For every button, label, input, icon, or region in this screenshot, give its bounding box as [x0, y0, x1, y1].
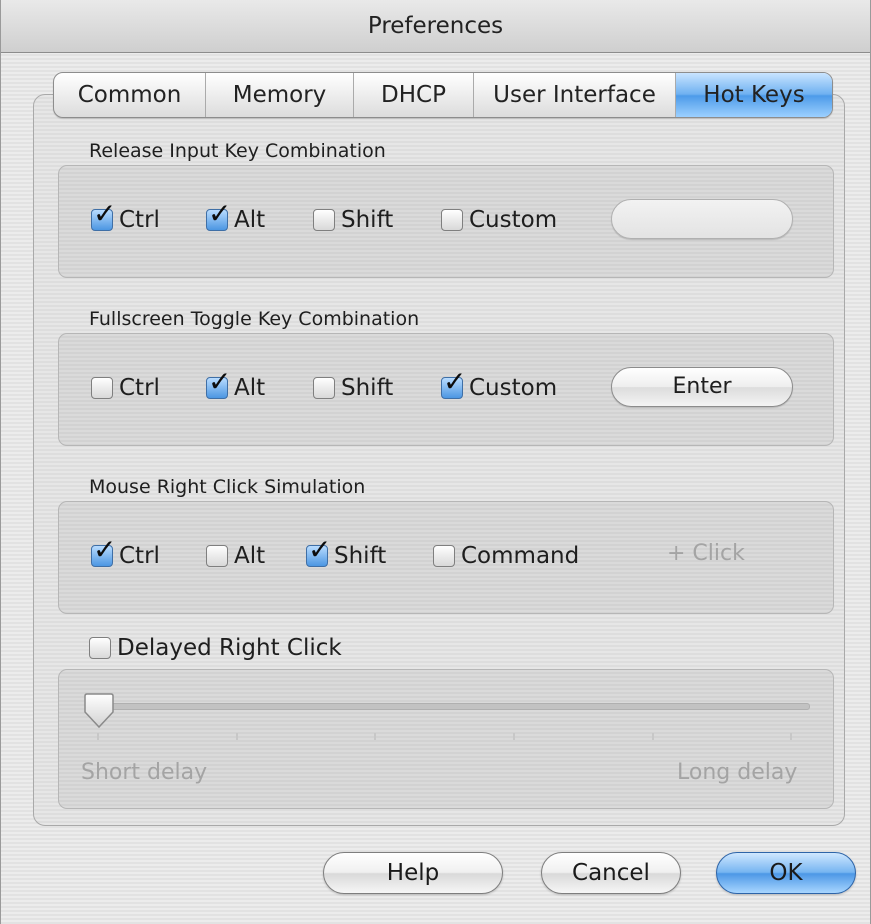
fullscreen-alt-checkbox[interactable]: ✓ Alt: [206, 368, 266, 404]
checkbox-box[interactable]: ✓: [91, 377, 113, 399]
checkbox-box[interactable]: ✓: [441, 368, 466, 399]
checkbox-box[interactable]: ✓: [206, 545, 228, 567]
release-custom-key-field[interactable]: [611, 199, 793, 239]
slider-max-label: Long delay: [677, 760, 798, 785]
checkmark-icon: ✓: [443, 365, 467, 398]
release-ctrl-checkbox[interactable]: ✓ Ctrl: [91, 200, 160, 236]
fullscreen-custom-key-button[interactable]: Enter: [611, 367, 793, 407]
checkbox-box[interactable]: ✓: [91, 536, 116, 567]
checkbox-box[interactable]: ✓: [306, 536, 331, 567]
release-custom-checkbox[interactable]: ✓ Custom: [441, 204, 557, 236]
checkbox-box[interactable]: ✓: [441, 209, 463, 231]
checkbox-label: Ctrl: [119, 207, 160, 233]
fullscreen-toggle-title: Fullscreen Toggle Key Combination: [89, 308, 420, 330]
checkbox-label: Command: [461, 543, 580, 569]
tab-bar: Common Memory DHCP User Interface Hot Ke…: [53, 72, 833, 118]
slider-tick: [97, 733, 99, 740]
checkbox-label: Custom: [469, 375, 558, 401]
release-shift-checkbox[interactable]: ✓ Shift: [313, 204, 393, 236]
slider-min-label: Short delay: [81, 760, 208, 785]
fullscreen-ctrl-checkbox[interactable]: ✓ Ctrl: [91, 372, 160, 404]
checkbox-box[interactable]: ✓: [313, 377, 335, 399]
checkbox-label: Shift: [341, 375, 394, 401]
checkmark-icon: ✓: [308, 533, 332, 566]
tab-dhcp[interactable]: DHCP: [354, 73, 474, 117]
tab-common[interactable]: Common: [54, 73, 206, 117]
mouse-shift-checkbox[interactable]: ✓ Shift: [306, 536, 387, 572]
cancel-button[interactable]: Cancel: [541, 852, 681, 894]
delay-slider-group: [58, 669, 834, 809]
slider-tick: [652, 733, 654, 740]
release-alt-checkbox[interactable]: ✓ Alt: [206, 200, 266, 236]
preferences-window: Preferences Common Memory DHCP User Inte…: [0, 0, 871, 924]
delayed-right-click-checkbox[interactable]: ✓ Delayed Right Click: [89, 632, 342, 664]
mouse-ctrl-checkbox[interactable]: ✓ Ctrl: [91, 536, 160, 572]
checkmark-icon: ✓: [208, 197, 232, 230]
release-input-title: Release Input Key Combination: [89, 140, 386, 162]
tab-user-interface[interactable]: User Interface: [474, 73, 676, 117]
checkbox-label: Custom: [469, 207, 558, 233]
checkbox-label: Ctrl: [119, 543, 160, 569]
slider-thumb-icon[interactable]: [83, 692, 115, 730]
checkbox-box[interactable]: ✓: [206, 368, 231, 399]
checkbox-label: Delayed Right Click: [117, 635, 342, 661]
slider-tick: [513, 733, 515, 740]
checkbox-label: Ctrl: [119, 375, 160, 401]
checkbox-box[interactable]: ✓: [89, 637, 111, 659]
mouse-alt-checkbox[interactable]: ✓ Alt: [206, 540, 265, 572]
checkmark-icon: ✓: [93, 197, 117, 230]
window-title: Preferences: [1, 0, 870, 53]
checkbox-box[interactable]: ✓: [91, 200, 116, 231]
tab-hot-keys[interactable]: Hot Keys: [676, 73, 832, 117]
checkbox-label: Shift: [341, 207, 394, 233]
checkmark-icon: ✓: [93, 533, 117, 566]
checkbox-label: Alt: [234, 375, 266, 401]
checkbox-label: Alt: [234, 207, 266, 233]
ok-button[interactable]: OK: [716, 852, 856, 894]
help-button[interactable]: Help: [323, 852, 503, 894]
click-suffix-label: + Click: [667, 541, 745, 566]
checkbox-box[interactable]: ✓: [206, 200, 231, 231]
tab-memory[interactable]: Memory: [206, 73, 354, 117]
delay-slider-track[interactable]: [86, 703, 810, 710]
slider-tick: [236, 733, 238, 740]
fullscreen-shift-checkbox[interactable]: ✓ Shift: [313, 372, 393, 404]
checkbox-label: Alt: [234, 543, 266, 569]
mouse-right-click-title: Mouse Right Click Simulation: [89, 476, 366, 498]
checkbox-label: Shift: [334, 543, 387, 569]
checkmark-icon: ✓: [208, 365, 232, 398]
checkbox-box[interactable]: ✓: [313, 209, 335, 231]
checkbox-box[interactable]: ✓: [433, 545, 455, 567]
slider-tick: [790, 733, 792, 740]
fullscreen-custom-checkbox[interactable]: ✓ Custom: [441, 368, 558, 404]
slider-tick: [374, 733, 376, 740]
mouse-command-checkbox[interactable]: ✓ Command: [433, 540, 579, 572]
